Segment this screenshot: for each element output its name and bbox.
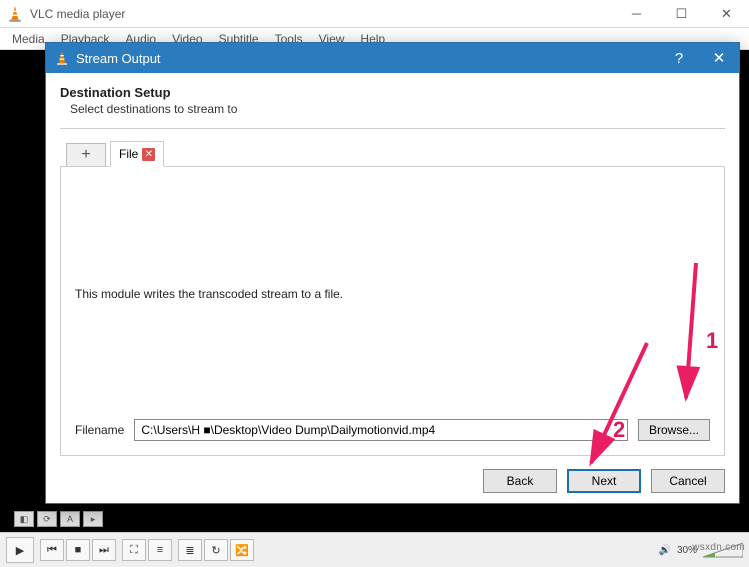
shuffle-button[interactable]: 🔀 <box>230 539 254 561</box>
main-titlebar: VLC media player ─ ☐ ✕ <box>0 0 749 28</box>
playlist-button[interactable]: ≣ <box>178 539 202 561</box>
stream-output-dialog: Stream Output ? ✕ Destination Setup Sele… <box>45 42 740 504</box>
ext-settings-button[interactable]: ≡ <box>148 539 172 561</box>
stop-button[interactable]: ■ <box>66 539 90 561</box>
dialog-body: Destination Setup Select destinations to… <box>46 73 739 466</box>
mini-btn-3[interactable]: A <box>60 511 80 527</box>
dialog-help-button[interactable]: ? <box>659 43 699 73</box>
minimize-button[interactable]: ─ <box>614 0 659 28</box>
divider <box>60 128 725 129</box>
prev-button[interactable]: ⏮ <box>40 539 64 561</box>
mini-btn-2[interactable]: ⟳ <box>37 511 57 527</box>
filename-row: Filename Browse... <box>75 419 710 441</box>
filename-input[interactable] <box>134 419 628 441</box>
tabstrip: + File ✕ <box>66 139 725 167</box>
dialog-titlebar: Stream Output ? ✕ <box>46 43 739 73</box>
dialog-subheading: Select destinations to stream to <box>70 102 725 116</box>
loop-button[interactable]: ↻ <box>204 539 228 561</box>
browse-button[interactable]: Browse... <box>638 419 710 441</box>
back-button[interactable]: Back <box>483 469 557 493</box>
vlc-cone-icon <box>54 50 70 66</box>
play-button[interactable]: ▶ <box>6 537 34 563</box>
main-window-title: VLC media player <box>30 7 614 21</box>
next-button[interactable]: ⏭ <box>92 539 116 561</box>
close-button[interactable]: ✕ <box>704 0 749 28</box>
dialog-title: Stream Output <box>76 51 659 66</box>
tab-file-label: File <box>119 147 138 161</box>
speaker-icon[interactable]: 🔊 <box>659 545 671 556</box>
dialog-heading: Destination Setup <box>60 85 725 100</box>
mini-btn-4[interactable]: ▸ <box>83 511 103 527</box>
filename-label: Filename <box>75 423 124 437</box>
next-button[interactable]: Next <box>567 469 641 493</box>
fullscreen-button[interactable]: ⛶ <box>122 539 146 561</box>
dialog-footer: Back Next Cancel <box>483 469 725 493</box>
cancel-button[interactable]: Cancel <box>651 469 725 493</box>
mini-btn-1[interactable]: ◧ <box>14 511 34 527</box>
dialog-close-button[interactable]: ✕ <box>699 43 739 73</box>
maximize-button[interactable]: ☐ <box>659 0 704 28</box>
add-destination-button[interactable]: + <box>66 143 106 167</box>
tab-panel-file: This module writes the transcoded stream… <box>60 166 725 456</box>
mini-toolbar: ◧ ⟳ A ▸ <box>14 511 103 527</box>
watermark: wsxdn.com <box>692 542 745 553</box>
tab-file[interactable]: File ✕ <box>110 141 164 167</box>
player-controls: ▶ ⏮ ■ ⏭ ⛶ ≡ ≣ ↻ 🔀 🔊 30% <box>0 532 749 567</box>
tab-close-icon[interactable]: ✕ <box>142 148 155 161</box>
window-controls: ─ ☐ ✕ <box>614 0 749 28</box>
vlc-cone-icon <box>6 5 24 23</box>
module-description: This module writes the transcoded stream… <box>75 287 710 301</box>
